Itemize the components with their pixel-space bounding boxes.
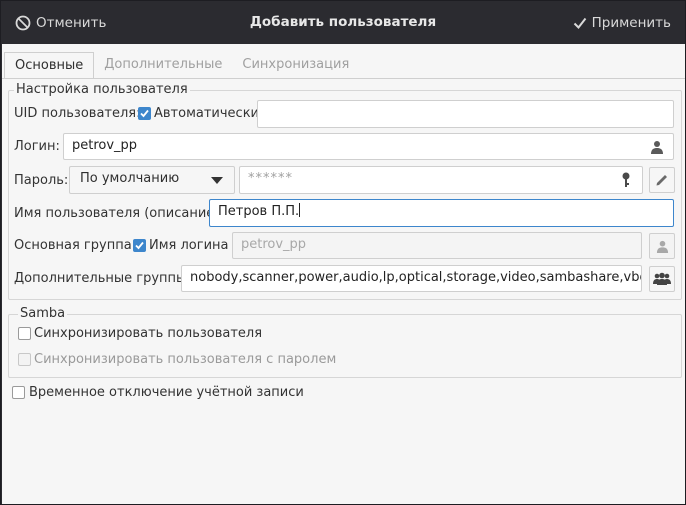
- extra-groups-label: Дополнительные группы:: [14, 271, 191, 286]
- password-value: ******: [248, 171, 293, 186]
- user-icon: [651, 141, 663, 154]
- chevron-down-icon: [211, 177, 223, 184]
- tab-divider: [2, 78, 685, 79]
- description-value: Петров П.П.: [218, 204, 300, 219]
- apply-button[interactable]: Применить: [573, 1, 671, 44]
- uid-label: UID пользователя:: [14, 106, 141, 121]
- tab-sync[interactable]: Синхронизация: [232, 52, 359, 77]
- description-label: Имя пользователя (описание):: [14, 206, 224, 221]
- key-icon: [622, 172, 630, 187]
- login-label: Логин:: [14, 139, 60, 154]
- checkmark-icon: [135, 241, 144, 250]
- tab-basic[interactable]: Основные: [4, 52, 95, 78]
- extra-groups-button[interactable]: [649, 266, 675, 292]
- primary-group-field[interactable]: petrov_pp: [232, 232, 642, 259]
- password-mode-value: По умолчанию: [80, 171, 180, 186]
- disable-account-label: Временное отключение учётной записи: [29, 385, 304, 400]
- extra-groups-field[interactable]: nobody,scanner,power,audio,lp,optical,st…: [181, 265, 642, 292]
- add-user-dialog: Отменить Добавить пользователя Применить…: [0, 0, 686, 505]
- samba-title: Samba: [18, 306, 68, 321]
- uid-auto-label: Автоматически: [154, 106, 260, 121]
- users-group-icon: [653, 272, 671, 285]
- sync-user-checkbox[interactable]: [18, 327, 31, 340]
- checkmark-icon: [140, 109, 149, 118]
- apply-label: Применить: [591, 14, 671, 31]
- sync-password-label: Синхронизировать пользователя с паролем: [34, 352, 337, 367]
- primary-group-login-checkbox[interactable]: [133, 239, 146, 252]
- sync-password-checkbox[interactable]: [18, 353, 31, 366]
- text-cursor: [299, 203, 301, 217]
- primary-group-label: Основная группа:: [14, 238, 137, 253]
- login-value: petrov_pp: [72, 138, 138, 153]
- header-bar: Отменить Добавить пользователя Применить: [1, 1, 685, 44]
- tab-bar: Основные Дополнительные Синхронизация: [2, 52, 359, 78]
- primary-group-value: petrov_pp: [241, 237, 307, 252]
- edit-password-button[interactable]: [649, 167, 675, 193]
- user-icon: [656, 240, 668, 253]
- primary-group-button[interactable]: [649, 233, 675, 259]
- password-label: Пароль:: [14, 173, 69, 188]
- primary-group-login-label: Имя логина: [149, 238, 229, 253]
- extra-groups-value: nobody,scanner,power,audio,lp,optical,st…: [190, 270, 642, 285]
- pencil-icon: [656, 175, 667, 186]
- dialog-content: Основные Дополнительные Синхронизация На…: [2, 44, 685, 504]
- uid-auto-checkbox[interactable]: [138, 107, 151, 120]
- login-field[interactable]: petrov_pp: [63, 133, 674, 160]
- user-settings-title: Настройка пользователя: [14, 82, 190, 97]
- check-icon: [573, 17, 586, 29]
- disable-account-checkbox[interactable]: [12, 386, 25, 399]
- description-field[interactable]: Петров П.П.: [209, 199, 674, 227]
- sync-user-label: Синхронизировать пользователя: [34, 326, 263, 341]
- uid-field[interactable]: [257, 100, 674, 128]
- tab-additional[interactable]: Дополнительные: [94, 52, 232, 77]
- password-mode-select[interactable]: По умолчанию: [69, 166, 235, 194]
- password-field[interactable]: ******: [239, 166, 643, 194]
- samba-group: [8, 314, 682, 378]
